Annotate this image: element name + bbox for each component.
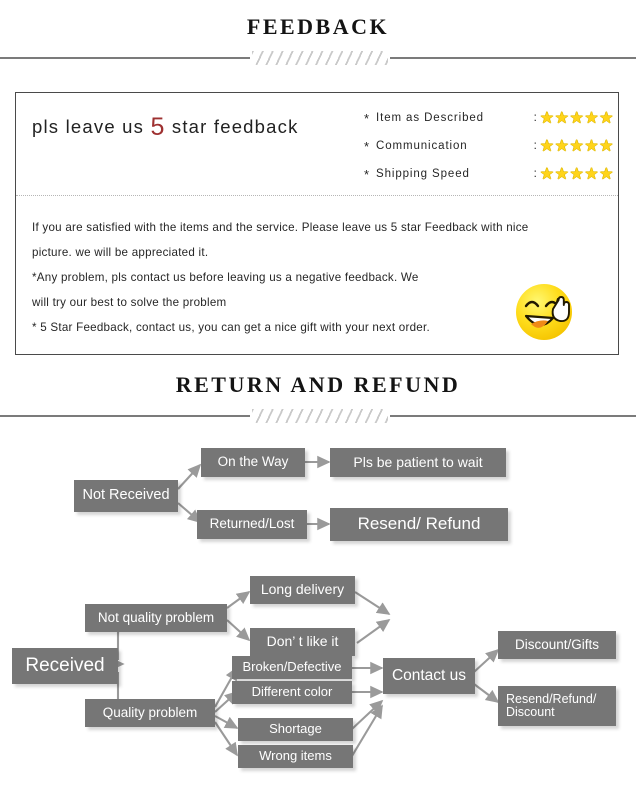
flow-node-different-color[interactable]: Different color (232, 681, 352, 704)
star-rating-icon: ★★★★★ (539, 110, 614, 127)
flow-node-long-delivery[interactable]: Long delivery (250, 576, 355, 604)
headline-text-before: pls leave us (32, 116, 151, 137)
rating-colon: : (533, 112, 537, 124)
flow-node-dont-like-it[interactable]: Don’ t like it (250, 628, 355, 656)
flow-node-quality-problem[interactable]: Quality problem (85, 699, 215, 727)
headline-text-after: star feedback (165, 116, 299, 137)
outcome-line-2: Discount (506, 705, 555, 719)
section-divider-return (0, 409, 636, 423)
flow-node-shortage[interactable]: Shortage (238, 718, 353, 741)
flow-node-not-quality-problem[interactable]: Not quality problem (85, 604, 227, 632)
smiley-victory-icon (516, 284, 572, 340)
divider-bar-right (390, 415, 636, 417)
divider-hatch-icon (252, 51, 388, 65)
feedback-headline: pls leave us 5 star feedback (32, 113, 299, 142)
headline-star-count: 5 (150, 113, 166, 141)
section-divider-feedback (0, 51, 636, 65)
rating-label: Shipping Speed (376, 168, 470, 180)
page-title-feedback: FEEDBACK (246, 14, 390, 39)
feedback-line: will try our best to solve the problem (32, 296, 227, 309)
feedback-line: *Any problem, pls contact us before leav… (32, 271, 419, 284)
divider-hatch-icon (252, 409, 388, 423)
feedback-panel: pls leave us 5 star feedback * Item as D… (15, 92, 619, 355)
rating-label: Item as Described (376, 112, 484, 124)
divider-bar-left (0, 57, 250, 59)
divider-bar-left (0, 415, 250, 417)
feedback-line: If you are satisfied with the items and … (32, 221, 529, 234)
rating-label: Communication (376, 140, 468, 152)
outcome-line-1: Resend/Refund/ (506, 691, 597, 706)
flow-node-pls-be-patient-to-wait[interactable]: Pls be patient to wait (330, 448, 506, 477)
asterisk-icon: * (364, 138, 370, 154)
rating-row-communication: * Communication : ★★★★★ (364, 132, 614, 160)
rating-row-shipping-speed: * Shipping Speed : ★★★★★ (364, 160, 614, 188)
flow-node-on-the-way[interactable]: On the Way (201, 448, 305, 477)
feedback-line: picture. we will be appreciated it. (32, 246, 209, 259)
feedback-line: * 5 Star Feedback, contact us, you can g… (32, 321, 430, 334)
rating-colon: : (533, 140, 537, 152)
divider-bar-right (390, 57, 636, 59)
star-rating-icon: ★★★★★ (539, 166, 614, 183)
star-rating-icon: ★★★★★ (539, 138, 614, 155)
flow-node-wrong-items[interactable]: Wrong items (238, 745, 353, 768)
asterisk-icon: * (364, 110, 370, 126)
flow-node-contact-us[interactable]: Contact us (383, 658, 475, 694)
flow-node-broken-defective[interactable]: Broken/Defective (232, 656, 352, 679)
rating-row-item-as-described: * Item as Described : ★★★★★ (364, 104, 614, 132)
flow-node-discount-gifts[interactable]: Discount/Gifts (498, 631, 616, 659)
rating-colon: : (533, 168, 537, 180)
flow-node-received[interactable]: Received (12, 648, 118, 684)
page-title-return-refund: RETURN AND REFUND (175, 372, 461, 397)
feedback-header-row: pls leave us 5 star feedback * Item as D… (16, 93, 618, 196)
flow-node-resend-refund-discount[interactable]: Resend/Refund/ Discount (498, 686, 616, 726)
flow-node-not-received[interactable]: Not Received (74, 480, 178, 512)
rating-list: * Item as Described : ★★★★★ * Communicat… (364, 104, 614, 188)
flow-node-returned-lost[interactable]: Returned/Lost (197, 510, 307, 539)
flow-node-resend-refund[interactable]: Resend/ Refund (330, 508, 508, 541)
asterisk-icon: * (364, 166, 370, 182)
